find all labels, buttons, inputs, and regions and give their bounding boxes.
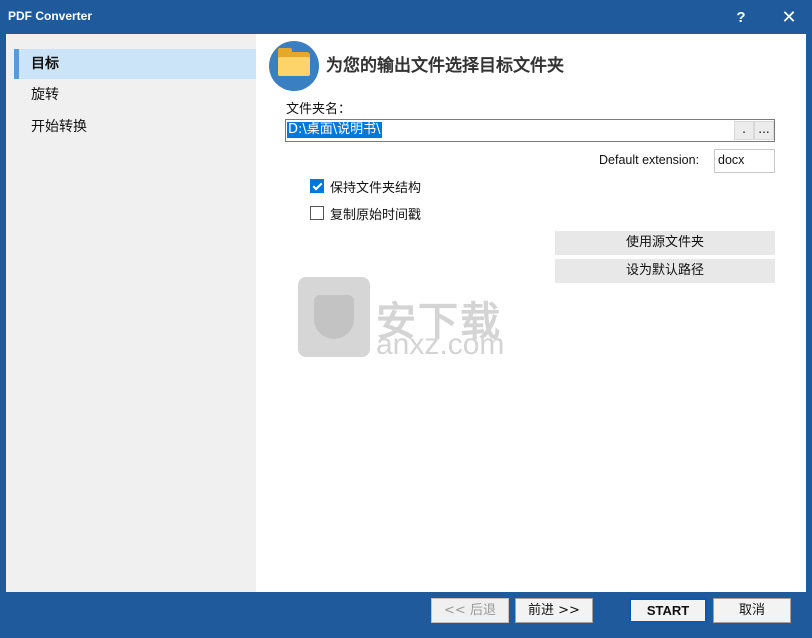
window-bottom-border — [0, 630, 812, 638]
title-bar: PDF Converter ? ✕ — [0, 0, 812, 34]
close-button[interactable]: ✕ — [766, 0, 812, 34]
copy-timestamp-label: 复制原始时间戳 — [330, 207, 422, 223]
folder-name-label: 文件夹名： — [286, 102, 352, 117]
default-extension-label: Default extension: — [599, 153, 700, 167]
window-title: PDF Converter — [8, 9, 93, 23]
keep-structure-label: 保持文件夹结构 — [330, 180, 422, 196]
start-button[interactable]: START — [629, 598, 707, 623]
copy-timestamp-option[interactable]: 复制原始时间戳 — [310, 204, 422, 223]
sidebar-item-start-convert[interactable]: 开始转换 — [14, 112, 256, 142]
use-source-folder-button[interactable]: 使用源文件夹 — [555, 231, 775, 255]
path-dot-button[interactable]: . — [734, 121, 754, 140]
footer-bar: << 后退 前进 >> START 取消 — [6, 592, 806, 630]
sidebar: 目标 旋转 开始转换 — [6, 34, 256, 592]
cancel-button[interactable]: 取消 — [713, 598, 791, 623]
sidebar-item-target[interactable]: 目标 — [14, 49, 256, 79]
browse-button[interactable]: ... — [754, 121, 774, 140]
next-button[interactable]: 前进 >> — [515, 598, 593, 623]
help-button[interactable]: ? — [718, 0, 764, 34]
folder-path-field[interactable]: D:\桌面\说明书\ . ... — [285, 119, 775, 142]
page-title: 为您的输出文件选择目标文件夹 — [326, 56, 564, 76]
dialog-client: 目标 旋转 开始转换 为您的输出文件选择目标文件夹 文件夹名： D:\桌面\说明… — [6, 34, 806, 592]
watermark-shield-inner — [314, 295, 354, 339]
sidebar-item-rotate[interactable]: 旋转 — [14, 80, 256, 110]
watermark-text-en: anxz.com — [376, 328, 505, 361]
set-default-path-button[interactable]: 设为默认路径 — [555, 259, 775, 283]
checkmark-icon — [312, 180, 323, 191]
back-button[interactable]: << 后退 — [431, 598, 509, 623]
keep-structure-option[interactable]: 保持文件夹结构 — [310, 177, 422, 196]
copy-timestamp-checkbox[interactable] — [310, 206, 324, 220]
default-extension-input[interactable]: docx — [714, 149, 775, 173]
watermark-shield-icon — [298, 277, 370, 357]
folder-path-value[interactable]: D:\桌面\说明书\ — [287, 122, 382, 138]
folder-icon-front — [278, 57, 310, 76]
keep-structure-checkbox[interactable] — [310, 179, 324, 193]
